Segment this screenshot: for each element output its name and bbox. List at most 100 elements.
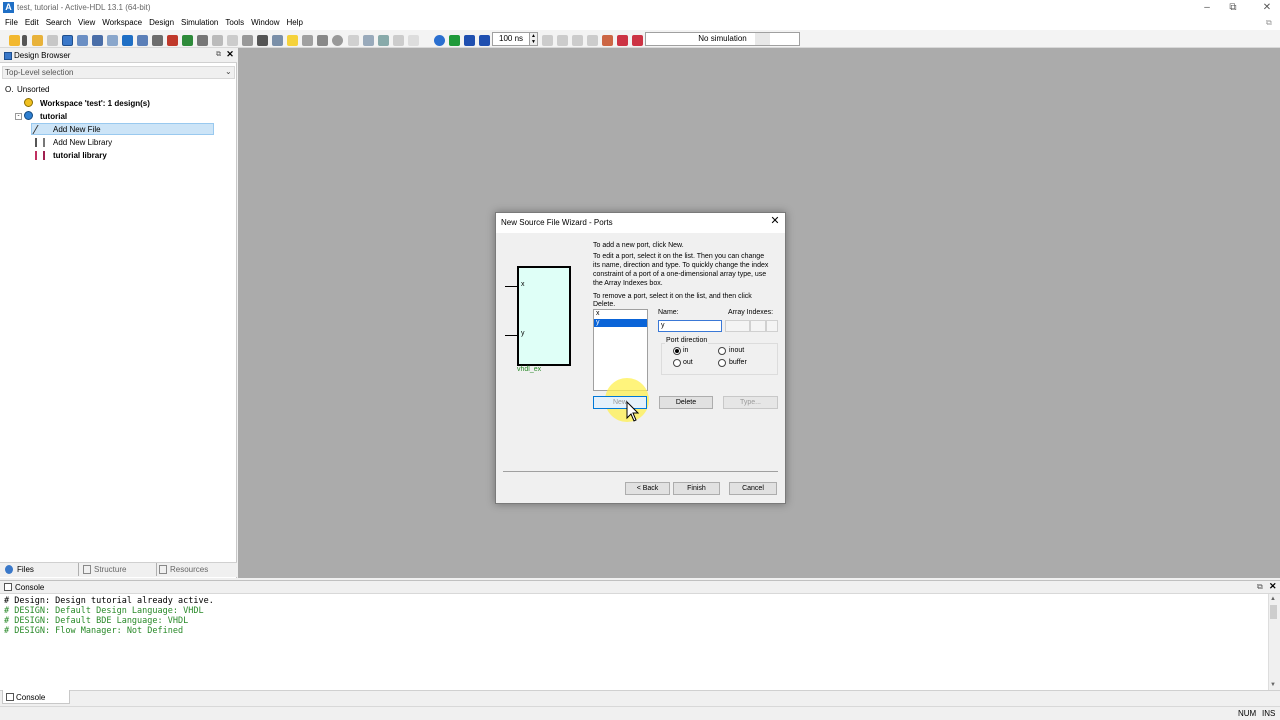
tool4-icon[interactable] xyxy=(317,35,328,46)
scroll-up-icon[interactable]: ▲ xyxy=(1270,596,1276,602)
chevron-down-icon[interactable]: ⌄ xyxy=(225,67,232,76)
menu-simulation[interactable]: Simulation xyxy=(178,16,221,30)
library-icon[interactable] xyxy=(92,35,103,46)
restart-icon[interactable] xyxy=(572,35,583,46)
stop-circle-icon[interactable] xyxy=(332,35,343,46)
breakpoint-icon[interactable] xyxy=(602,35,613,46)
console-close-icon[interactable]: ✕ xyxy=(1269,581,1277,592)
settings-icon[interactable] xyxy=(212,35,223,46)
step-icon[interactable] xyxy=(542,35,553,46)
sim-time-input[interactable]: 100 ns xyxy=(492,32,530,46)
menu-design[interactable]: Design xyxy=(146,16,177,30)
tool2-icon[interactable] xyxy=(272,35,283,46)
sim-time-spinner[interactable]: ▲ ▼ xyxy=(529,32,538,46)
tool7-icon[interactable] xyxy=(378,35,389,46)
tree-item-tutorial[interactable]: tutorial xyxy=(40,112,67,121)
tab-separator xyxy=(78,563,79,576)
lightbulb-icon[interactable] xyxy=(287,35,298,46)
console-output[interactable]: # Design: Design tutorial already active… xyxy=(0,594,1268,690)
step-over-icon[interactable] xyxy=(587,35,598,46)
fsm-icon[interactable] xyxy=(152,35,163,46)
close-window-icon[interactable]: ✕ xyxy=(1256,1,1278,14)
dialog-close-icon[interactable]: ✕ xyxy=(769,215,781,227)
panel-close-icon[interactable]: ✕ xyxy=(225,50,235,60)
tool6-icon[interactable] xyxy=(363,35,374,46)
port-pin-x xyxy=(505,286,517,287)
bde-icon[interactable] xyxy=(122,35,133,46)
top-level-selection-label: Top-Level selection xyxy=(5,68,74,77)
tab-structure[interactable]: Structure xyxy=(94,563,126,577)
tab-resources[interactable]: Resources xyxy=(170,563,208,577)
hierarchy-icon[interactable] xyxy=(77,35,88,46)
open-folder-icon[interactable] xyxy=(32,35,43,46)
tab-files[interactable]: Files xyxy=(17,563,34,577)
filter-icon[interactable] xyxy=(107,35,118,46)
run-for-icon[interactable] xyxy=(479,35,490,46)
tree-item-unsorted[interactable]: Unsorted xyxy=(17,85,49,94)
finish-button[interactable]: Finish xyxy=(673,482,720,495)
port-list-item-y[interactable]: y xyxy=(594,319,647,327)
back-button[interactable]: < Back xyxy=(625,482,670,495)
menu-window[interactable]: Window xyxy=(248,16,282,30)
workspace-icon xyxy=(24,98,33,107)
tree-item-workspace[interactable]: Workspace 'test': 1 design(s) xyxy=(40,99,150,108)
name-label: Name: xyxy=(658,309,679,316)
radio-in-label: in xyxy=(683,347,689,354)
menu-view[interactable]: View xyxy=(75,16,98,30)
instruction-edit-line: its name, direction and type. To quickly… xyxy=(593,262,769,269)
save-icon[interactable] xyxy=(47,35,58,46)
breakpoint3-icon[interactable] xyxy=(632,35,643,46)
port-name-input[interactable]: y xyxy=(658,320,722,332)
stop-icon[interactable] xyxy=(557,35,568,46)
console-line: # Design: Design tutorial already active… xyxy=(4,596,214,606)
run-until-icon[interactable] xyxy=(464,35,475,46)
run-icon[interactable] xyxy=(449,35,460,46)
dropdown-icon[interactable] xyxy=(22,35,27,46)
tool-icon[interactable] xyxy=(242,35,253,46)
tree-item-add-new-file[interactable]: Add New File xyxy=(53,125,101,134)
tool9-icon[interactable] xyxy=(408,35,419,46)
port-list-item-x[interactable]: x xyxy=(594,310,647,318)
console-options-icon[interactable]: ⧉ xyxy=(1257,582,1263,592)
menu-edit[interactable]: Edit xyxy=(22,16,42,30)
delete-port-button[interactable]: Delete xyxy=(659,396,713,409)
instruction-edit-line: To edit a port, select it on the list. T… xyxy=(593,253,765,260)
new-icon[interactable] xyxy=(9,35,20,46)
radio-inout[interactable] xyxy=(718,347,726,355)
collapse-icon[interactable]: - xyxy=(15,113,22,120)
radio-buffer[interactable] xyxy=(718,359,726,367)
gear-icon[interactable] xyxy=(227,35,238,46)
menu-workspace[interactable]: Workspace xyxy=(99,16,145,30)
minimize-icon[interactable]: – xyxy=(1196,1,1218,14)
array-index-to-input xyxy=(766,320,778,332)
menu-help[interactable]: Help xyxy=(284,16,306,30)
debug-icon[interactable] xyxy=(257,35,268,46)
waveform-icon[interactable] xyxy=(182,35,193,46)
breakpoint2-icon[interactable] xyxy=(617,35,628,46)
tool3-icon[interactable] xyxy=(302,35,313,46)
text-editor-icon[interactable] xyxy=(137,35,148,46)
library-books-icon xyxy=(35,151,45,160)
tool5-icon[interactable] xyxy=(348,35,359,46)
menu-search[interactable]: Search xyxy=(43,16,74,30)
menu-tools[interactable]: Tools xyxy=(222,16,247,30)
mdi-restore-icon[interactable]: ⧉ xyxy=(1266,18,1272,28)
panel-options-icon[interactable]: ⧉ xyxy=(214,51,223,60)
design-browser-icon[interactable] xyxy=(62,35,73,46)
tree-item-add-new-library[interactable]: Add New Library xyxy=(53,138,112,147)
init-sim-icon[interactable] xyxy=(434,35,445,46)
link-icon[interactable] xyxy=(197,35,208,46)
radio-out[interactable] xyxy=(673,359,681,367)
app-icon: A xyxy=(3,2,14,13)
tool8-icon[interactable] xyxy=(393,35,404,46)
scroll-down-icon[interactable]: ▼ xyxy=(1270,682,1276,688)
scroll-thumb[interactable] xyxy=(1270,605,1277,619)
type-button[interactable]: Type... xyxy=(723,396,778,409)
restore-icon[interactable]: ⧉ xyxy=(1222,1,1244,14)
tree-item-tutorial-library[interactable]: tutorial library xyxy=(53,151,107,160)
menu-file[interactable]: File xyxy=(2,16,21,30)
sim-status-indicator xyxy=(755,33,770,45)
console-tab-bar xyxy=(0,690,1280,706)
cancel-button[interactable]: Cancel xyxy=(729,482,777,495)
compile-icon[interactable] xyxy=(167,35,178,46)
